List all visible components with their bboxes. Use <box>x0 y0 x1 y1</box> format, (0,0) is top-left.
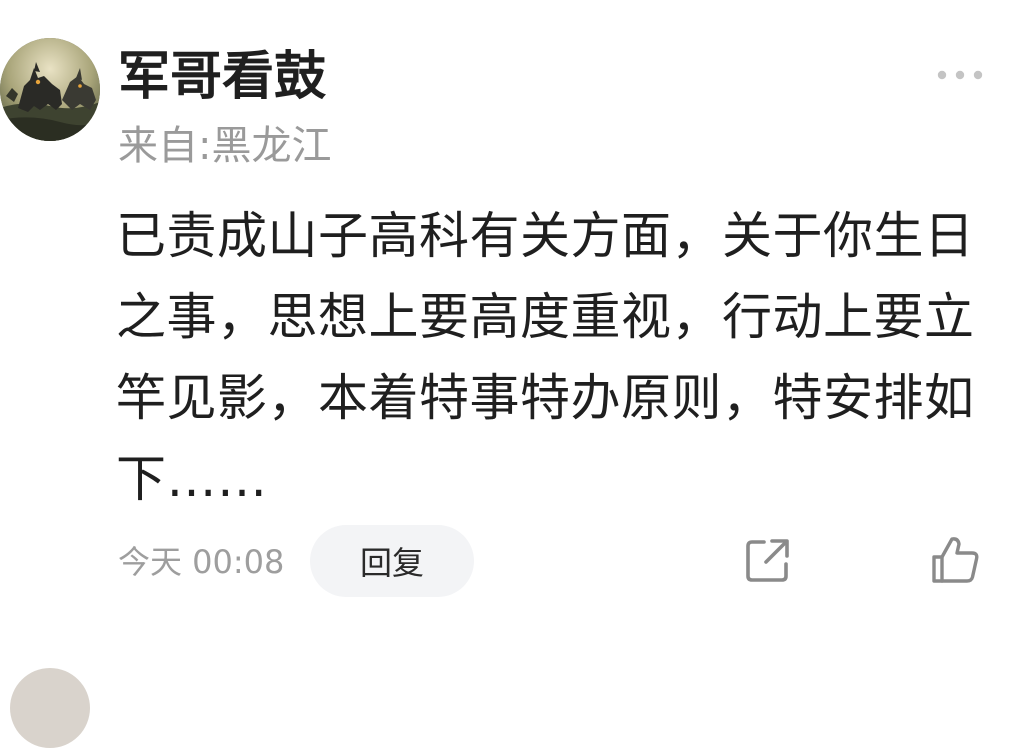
more-options-button[interactable] <box>930 58 990 92</box>
reply-button-label: 回复 <box>359 544 424 582</box>
comment-body: 已责成山子高科有关方面，关于你生日之事，思想上要高度重视，行动上要立竿见影，本着… <box>116 207 975 508</box>
author-location: 来自:黑龙江 <box>118 123 332 169</box>
like-button[interactable] <box>928 533 982 587</box>
comment-timestamp: 今天 00:08 <box>118 543 285 581</box>
next-comment-avatar[interactable] <box>10 668 90 748</box>
author-avatar[interactable] <box>0 38 100 141</box>
more-dots-icon <box>937 70 983 80</box>
reply-button[interactable]: 回复 <box>310 525 474 597</box>
wolf-avatar-image <box>0 38 100 141</box>
share-button[interactable] <box>742 534 794 586</box>
author-name[interactable]: 军哥看鼓 <box>118 42 326 112</box>
thumbs-up-icon <box>932 537 979 583</box>
share-icon <box>746 539 789 582</box>
